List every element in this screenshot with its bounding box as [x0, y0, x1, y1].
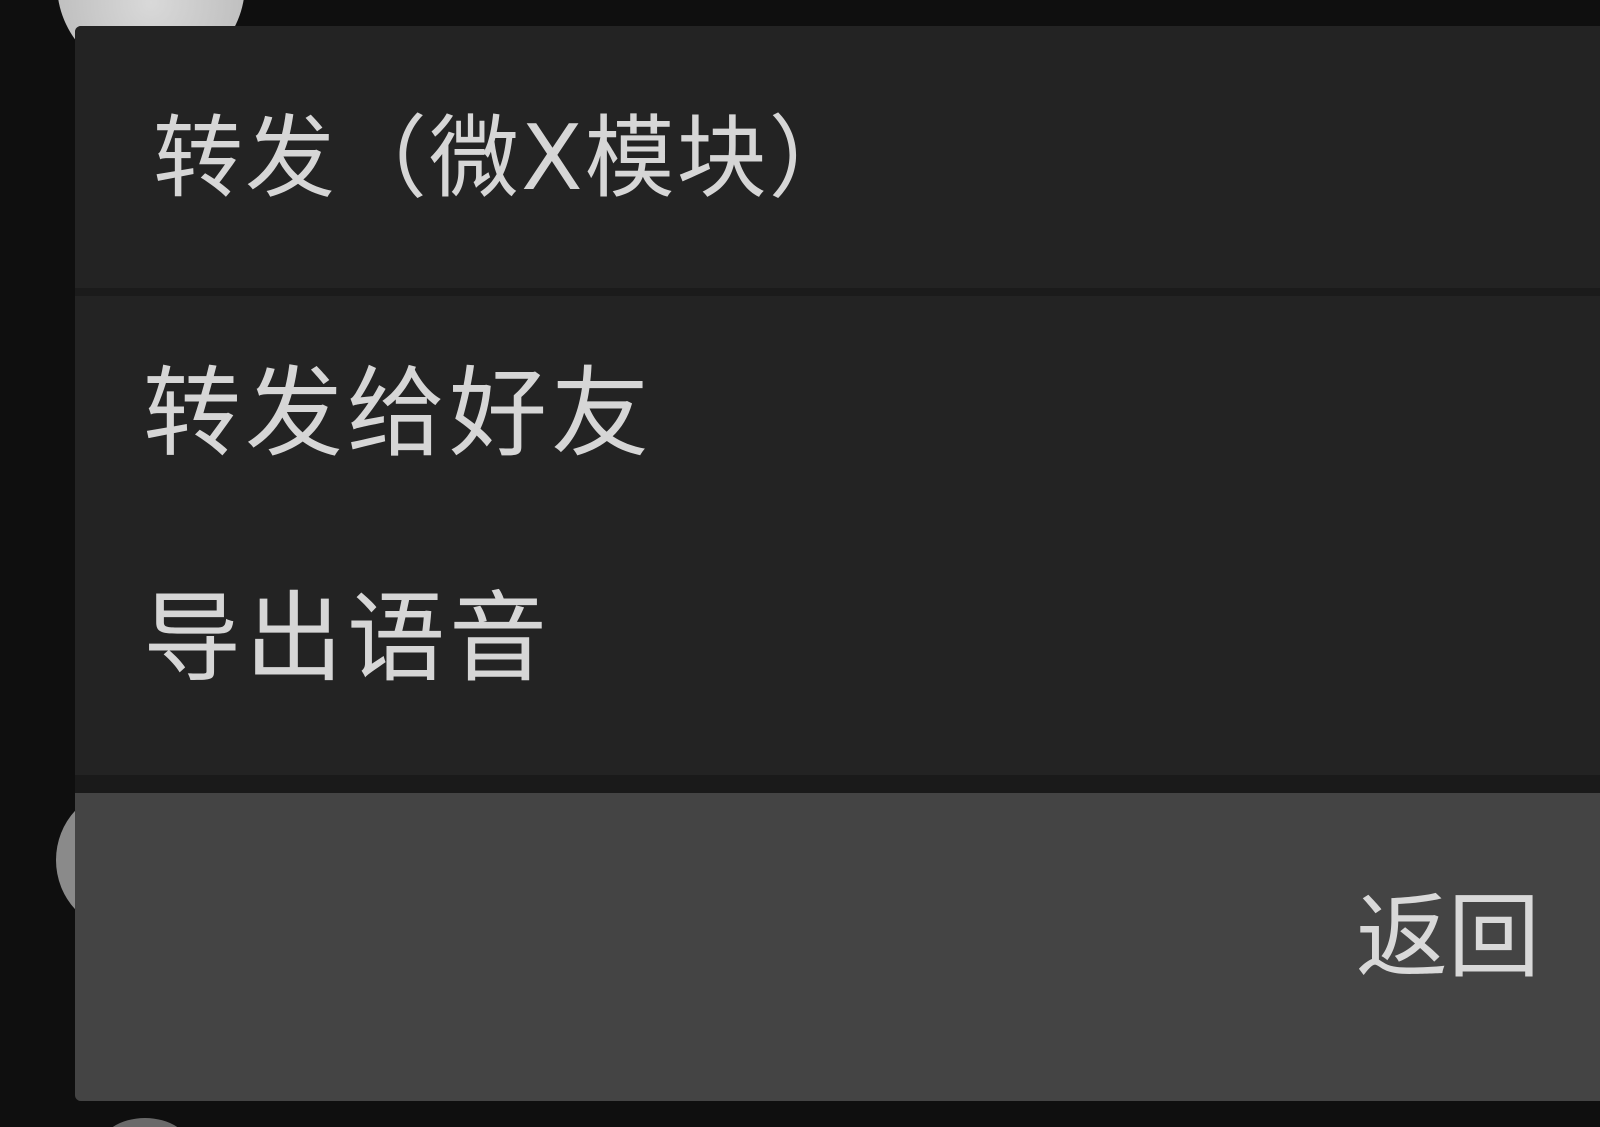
dialog-title: 转发（微X模块）	[153, 106, 861, 211]
menu-item-export-voice[interactable]: 导出语音	[75, 521, 1600, 741]
menu-item-forward-to-friend[interactable]: 转发给好友	[75, 296, 1600, 516]
back-button[interactable]: 返回	[1356, 883, 1540, 993]
menu-item-label: 转发给好友	[143, 357, 654, 471]
dialog-footer: 返回	[75, 793, 1600, 1101]
divider	[75, 288, 1600, 296]
context-menu-dialog: 转发（微X模块） 转发给好友 导出语音 返回	[75, 26, 1600, 1101]
avatar	[100, 1118, 190, 1127]
divider	[75, 775, 1600, 793]
screen-background: 转发（微X模块） 转发给好友 导出语音 返回	[0, 0, 1600, 1127]
dialog-title-row: 转发（微X模块）	[75, 26, 1600, 288]
menu-item-label: 导出语音	[143, 582, 552, 696]
menu-list: 转发给好友 导出语音	[75, 296, 1600, 775]
